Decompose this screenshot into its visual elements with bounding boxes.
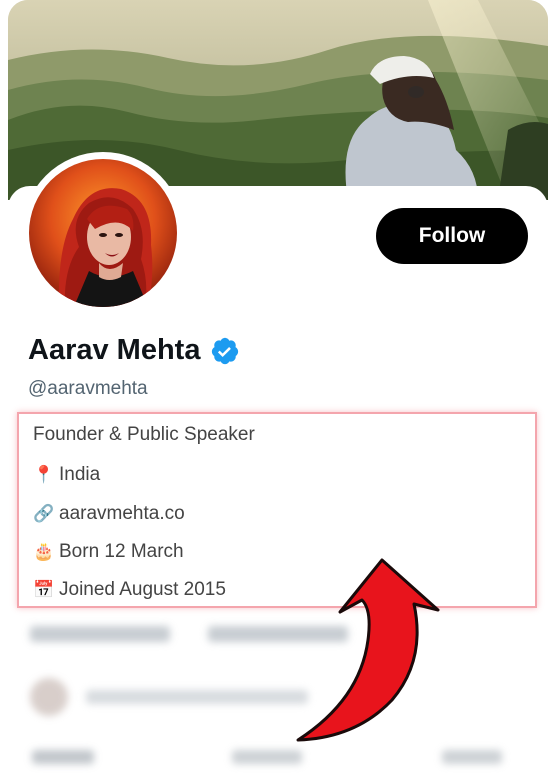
name-row: Aarav Mehta (28, 334, 240, 367)
bio-birthday: 🎂 Born 12 March (33, 541, 184, 562)
blurred-tab-2 (232, 750, 302, 764)
blurred-mutual-text (86, 690, 308, 704)
blurred-mutual-avatar (30, 678, 68, 716)
bio-website: 🔗 aaravmehta.co (33, 503, 185, 525)
bio-highlight-box: Founder & Public Speaker 📍 India 🔗 aarav… (17, 412, 537, 608)
avatar-portrait-image (58, 188, 153, 307)
blurred-profile-section (0, 612, 556, 782)
blurred-following-stat (30, 626, 170, 642)
website-link[interactable]: aaravmehta.co (59, 503, 185, 525)
blurred-tab-1 (32, 750, 94, 764)
verified-badge-icon (212, 337, 239, 364)
calendar-icon: 📅 (33, 580, 55, 600)
avatar[interactable] (29, 159, 177, 307)
bio-location: 📍 India (33, 464, 101, 485)
blurred-tab-3 (442, 750, 502, 764)
user-handle: @aaravmehta (28, 378, 148, 399)
display-name: Aarav Mehta (28, 334, 201, 366)
bio-description: Founder & Public Speaker (33, 424, 255, 445)
profile-page: Follow Aarav Mehta @aaravmehta Founder &… (0, 0, 556, 782)
bio-joined: 📅 Joined August 2015 (33, 579, 226, 600)
blurred-followers-stat (208, 626, 348, 642)
birthday-cake-icon: 🎂 (33, 542, 55, 562)
location-pin-icon: 📍 (33, 465, 55, 485)
link-icon: 🔗 (33, 504, 55, 524)
follow-button[interactable]: Follow (376, 208, 528, 264)
